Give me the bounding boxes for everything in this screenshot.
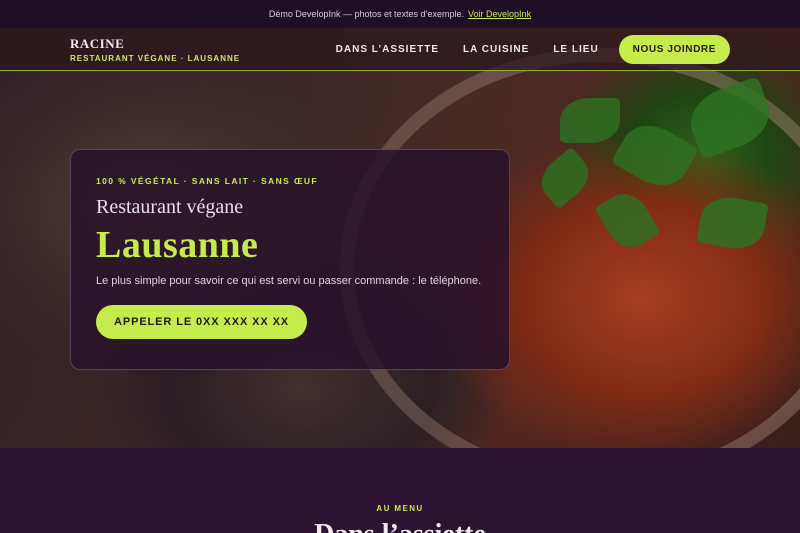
demo-banner-text: Démo DevelopInk — photos et textes d’exe…: [268, 9, 465, 19]
brand-name: RACINE: [70, 35, 125, 51]
nav-item-dans-l-assiette[interactable]: DANS L’ASSIETTE: [336, 44, 439, 55]
menu-section: AU MENU Dans l’assiette: [0, 448, 800, 533]
call-button[interactable]: APPELER LE 0XX XXX XX XX: [96, 305, 308, 339]
top-navbar: RACINE RESTAURANT VÉGANE · LAUSANNE DANS…: [0, 28, 800, 71]
brand-subtitle: RESTAURANT VÉGANE · LAUSANNE: [70, 53, 241, 63]
hero-description: Le plus simple pour savoir ce qui est se…: [96, 275, 482, 287]
hero-tagline: 100 % VÉGÉTAL · SANS LAIT · SANS ŒUF: [96, 176, 318, 186]
hero-title: Restaurant végane: [96, 196, 244, 218]
contact-button[interactable]: NOUS JOINDRE: [618, 34, 730, 64]
demo-banner-link[interactable]: Voir DevelopInk: [468, 9, 531, 19]
menu-heading: Dans l’assiette: [0, 519, 800, 533]
nav-links: DANS L’ASSIETTE LA CUISINE LE LIEU NOUS …: [336, 34, 730, 64]
menu-kicker: AU MENU: [376, 504, 424, 513]
brand[interactable]: RACINE RESTAURANT VÉGANE · LAUSANNE: [70, 36, 240, 63]
hero-city: Lausanne: [96, 224, 259, 266]
nav-item-la-cuisine[interactable]: LA CUISINE: [463, 44, 529, 55]
demo-banner: Démo DevelopInk — photos et textes d’exe…: [0, 0, 800, 28]
hero-card: 100 % VÉGÉTAL · SANS LAIT · SANS ŒUF Res…: [70, 149, 510, 370]
nav-item-le-lieu[interactable]: LE LIEU: [553, 44, 598, 55]
